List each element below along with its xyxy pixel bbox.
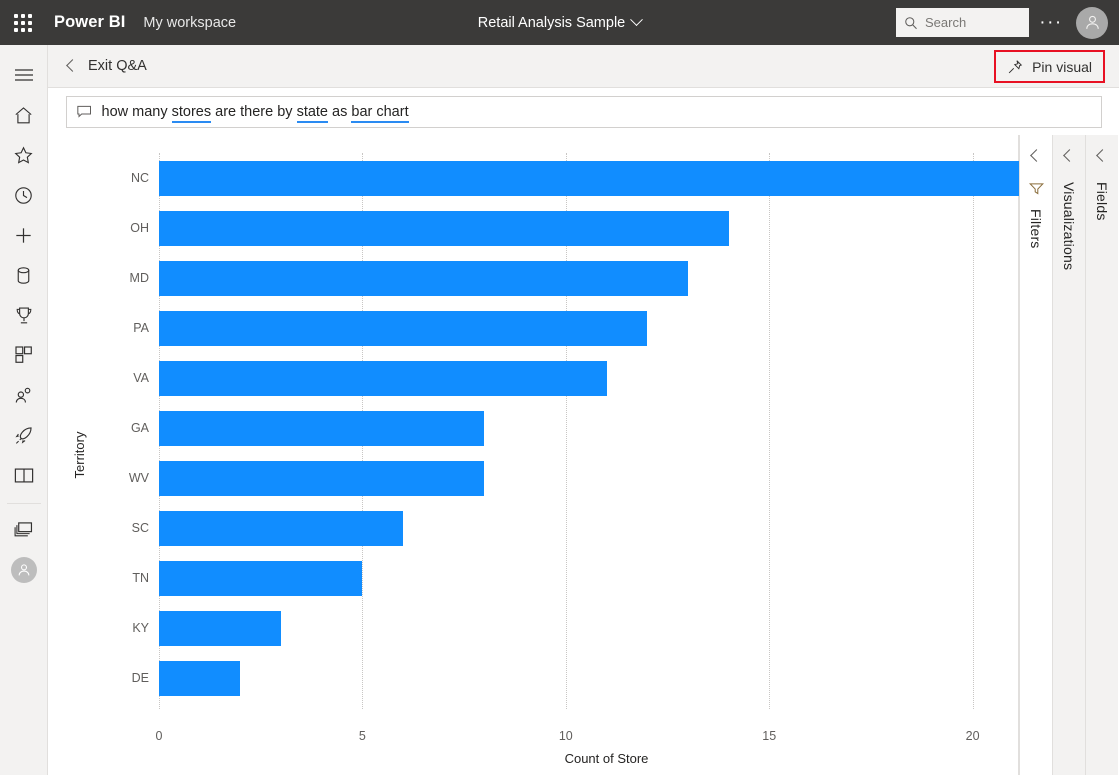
sidebar-item-create[interactable] — [0, 215, 48, 255]
database-icon — [14, 265, 33, 286]
chevron-left-icon — [66, 59, 79, 72]
chevron-down-icon — [630, 13, 643, 26]
sidebar-item-hamburger-menu[interactable] — [0, 55, 48, 95]
pane-filters[interactable]: Filters — [1019, 135, 1052, 775]
more-options-button[interactable]: ··· — [1029, 0, 1073, 45]
person-icon — [16, 562, 32, 578]
chevron-left-icon[interactable] — [1030, 149, 1043, 162]
command-bar: Exit Q&A Pin visual — [48, 45, 1119, 88]
y-axis-tick-label: PA — [103, 321, 149, 335]
y-axis-tick-label: NC — [103, 171, 149, 185]
y-axis-tick-label: WV — [103, 471, 149, 485]
pane-visualizations-label[interactable]: Visualizations — [1061, 182, 1077, 270]
report-canvas: Territory NC OH MD PA VA GA WV SC TN KY DE 0 5 10 15 2… — [48, 135, 1019, 775]
sidebar-item-learn[interactable] — [0, 455, 48, 495]
search-icon — [904, 16, 918, 30]
bar-chart-visual[interactable]: Territory NC OH MD PA VA GA WV SC TN KY DE 0 5 10 15 2… — [48, 135, 1019, 775]
qa-bubble-icon — [77, 105, 92, 119]
qa-question-input[interactable]: how many stores are there by state as ba… — [66, 96, 1102, 128]
sidebar-item-apps[interactable] — [0, 335, 48, 375]
nav-divider — [7, 503, 41, 504]
avatar[interactable] — [1076, 7, 1108, 39]
x-axis-tick-label: 0 — [156, 729, 163, 743]
bar-SC[interactable] — [159, 511, 403, 546]
bar-MD[interactable] — [159, 261, 688, 296]
bar-VA[interactable] — [159, 361, 607, 396]
brand-label: Power BI — [54, 13, 125, 32]
x-axis-tick-label: 10 — [559, 729, 573, 743]
sidebar-item-shared-with-me[interactable] — [0, 375, 48, 415]
report-title-dropdown[interactable]: Retail Analysis Sample — [478, 15, 642, 31]
book-icon — [13, 466, 35, 485]
sidebar-item-datasets[interactable] — [0, 255, 48, 295]
search-input[interactable]: Search — [896, 8, 1029, 37]
gridline — [769, 153, 770, 709]
apps-grid-icon — [14, 345, 34, 365]
clock-icon — [13, 185, 34, 206]
plus-icon — [13, 225, 34, 246]
person-circle-icon — [11, 557, 37, 583]
report-title-label: Retail Analysis Sample — [478, 15, 626, 31]
bar-GA[interactable] — [159, 411, 484, 446]
sidebar-item-deployment-pipelines[interactable] — [0, 415, 48, 455]
power-bi-qa-page: Power BI My workspace Retail Analysis Sa… — [0, 0, 1119, 775]
x-axis-tick-label: 20 — [966, 729, 980, 743]
y-axis-tick-label: OH — [103, 221, 149, 235]
y-axis-tick-label: VA — [103, 371, 149, 385]
gridline — [973, 153, 974, 709]
hamburger-icon — [14, 67, 34, 83]
chevron-left-icon[interactable] — [1096, 149, 1109, 162]
qa-question-text: how many stores are there by state as ba… — [102, 104, 409, 120]
sidebar-item-my-workspace[interactable] — [0, 550, 48, 590]
right-panes-container: Filters Visualizations Fields — [1019, 135, 1119, 775]
rocket-icon — [13, 425, 34, 446]
pin-icon — [1007, 59, 1023, 75]
exit-qa-label: Exit Q&A — [88, 58, 147, 74]
sidebar-item-recent[interactable] — [0, 175, 48, 215]
pin-visual-label: Pin visual — [1032, 59, 1092, 75]
search-placeholder: Search — [925, 15, 966, 30]
person-icon — [1083, 13, 1102, 32]
top-header-bar: Power BI My workspace Retail Analysis Sa… — [0, 0, 1119, 45]
bar-WV[interactable] — [159, 461, 484, 496]
bar-PA[interactable] — [159, 311, 647, 346]
sidebar-item-workspaces[interactable] — [0, 510, 48, 550]
chart-x-axis-title: Count of Store — [565, 751, 649, 766]
x-axis-tick-label: 5 — [359, 729, 366, 743]
app-launcher-icon[interactable] — [0, 0, 46, 45]
y-axis-tick-label: KY — [103, 621, 149, 635]
left-navigation-rail — [0, 45, 48, 775]
header-right-tools: Search ··· — [896, 0, 1119, 45]
pane-fields-label[interactable]: Fields — [1094, 182, 1110, 221]
x-axis-tick-label: 15 — [762, 729, 776, 743]
pane-fields[interactable]: Fields — [1085, 135, 1118, 775]
star-icon — [13, 145, 34, 166]
pin-visual-button[interactable]: Pin visual — [994, 50, 1105, 83]
sidebar-item-goals[interactable] — [0, 295, 48, 335]
chart-y-axis-title: Territory — [72, 432, 87, 479]
bar-TN[interactable] — [159, 561, 362, 596]
workspaces-stack-icon — [13, 520, 35, 540]
trophy-icon — [14, 305, 34, 326]
y-axis-tick-label: DE — [103, 671, 149, 685]
workspace-breadcrumb[interactable]: My workspace — [143, 15, 236, 31]
chevron-left-icon[interactable] — [1063, 149, 1076, 162]
sidebar-item-favorites[interactable] — [0, 135, 48, 175]
sidebar-item-home[interactable] — [0, 95, 48, 135]
bar-OH[interactable] — [159, 211, 729, 246]
pane-filters-label[interactable]: Filters — [1028, 209, 1044, 249]
y-axis-tick-label: MD — [103, 271, 149, 285]
qa-question-bar-container: how many stores are there by state as ba… — [48, 88, 1119, 135]
home-icon — [13, 105, 34, 126]
pane-visualizations[interactable]: Visualizations — [1052, 135, 1085, 775]
filter-icon — [1029, 182, 1044, 200]
y-axis-tick-label: TN — [103, 571, 149, 585]
y-axis-tick-label: GA — [103, 421, 149, 435]
people-icon — [13, 385, 34, 406]
y-axis-tick-label: SC — [103, 521, 149, 535]
bar-KY[interactable] — [159, 611, 281, 646]
exit-qa-button[interactable]: Exit Q&A — [68, 58, 147, 74]
bar-DE[interactable] — [159, 661, 240, 696]
bar-NC[interactable] — [159, 161, 1054, 196]
